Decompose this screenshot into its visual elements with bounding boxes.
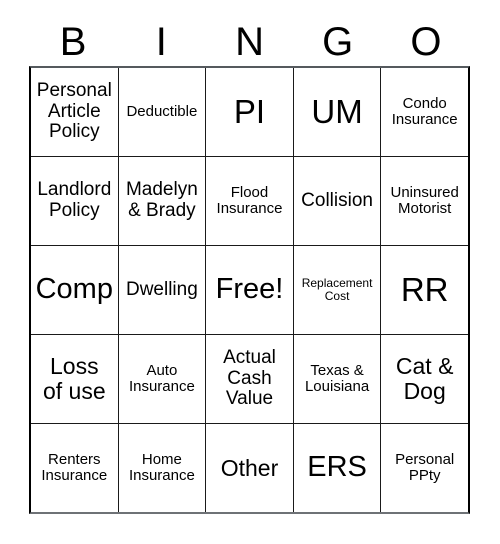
bingo-header-letter-b: B	[59, 20, 87, 64]
bingo-cell-label: Auto Insurance	[128, 361, 195, 395]
bingo-cell[interactable]: Landlord Policy	[31, 157, 119, 245]
bingo-cell[interactable]: Texas & Louisiana	[293, 335, 382, 423]
bingo-header-letter-i: I	[155, 20, 167, 64]
bingo-cell-label: Renters Insurance	[41, 450, 108, 484]
bingo-cell-label: Personal Article Policy	[36, 80, 112, 143]
bingo-row: Personal Article Policy Deductible PI UM Con…	[31, 68, 468, 157]
bingo-cell-label: Deductible	[126, 102, 198, 120]
bingo-cell[interactable]: Cat & Dog	[381, 335, 468, 423]
bingo-cell[interactable]: Loss of use	[31, 335, 119, 423]
bingo-cell[interactable]: Madelyn & Brady	[118, 157, 207, 245]
bingo-cell-label: Free!	[215, 273, 284, 306]
bingo-cell-label: Replacement Cost	[301, 276, 373, 303]
bingo-cell-label: Home Insurance	[128, 450, 195, 484]
bingo-cell[interactable]: RR	[381, 246, 468, 334]
bingo-cell-label: Personal PPty	[395, 450, 455, 484]
bingo-card: B I N G O Personal Article Policy Deducti…	[0, 0, 500, 544]
bingo-cell-label: Uninsured Motorist	[390, 183, 459, 217]
bingo-cell[interactable]: Actual Cash Value	[206, 335, 294, 423]
bingo-cell[interactable]: Condo Insurance	[381, 68, 468, 156]
bingo-cell[interactable]: UM	[293, 68, 382, 156]
bingo-header-letter-n: N	[235, 20, 264, 64]
bingo-free-cell[interactable]: Free!	[206, 246, 294, 334]
bingo-cell[interactable]: Home Insurance	[118, 424, 207, 512]
bingo-cell-label: Collision	[301, 189, 373, 211]
bingo-cell-label: Condo Insurance	[391, 94, 458, 128]
bingo-cell[interactable]: Dwelling	[118, 246, 207, 334]
bingo-cell[interactable]: Personal Article Policy	[31, 68, 119, 156]
bingo-cell-label: Other	[220, 454, 279, 481]
bingo-cell[interactable]: PI	[206, 68, 294, 156]
bingo-row: Landlord Policy Madelyn & Brady Flood Insu…	[31, 157, 468, 246]
bingo-cell[interactable]: Personal PPty	[381, 424, 468, 512]
bingo-cell[interactable]: Renters Insurance	[31, 424, 119, 512]
bingo-cell-label: Dwelling	[125, 278, 198, 300]
bingo-cell-label: Comp	[35, 273, 113, 306]
bingo-cell-label: Actual Cash Value	[223, 347, 276, 410]
bingo-cell[interactable]: Comp	[31, 246, 119, 334]
bingo-header-letter-o: O	[410, 20, 442, 64]
bingo-cell-label: ERS	[307, 451, 367, 484]
bingo-row: Comp Dwelling Free! Replacement Cost RR	[31, 246, 468, 335]
bingo-cell[interactable]: Auto Insurance	[118, 335, 207, 423]
bingo-header-row: B I N G O	[29, 18, 470, 66]
bingo-grid: Personal Article Policy Deductible PI UM Con…	[29, 66, 470, 514]
bingo-cell[interactable]: Flood Insurance	[206, 157, 294, 245]
bingo-cell-label: Madelyn & Brady	[125, 179, 198, 221]
bingo-cell-label: UM	[311, 93, 363, 131]
bingo-cell[interactable]: Deductible	[118, 68, 207, 156]
bingo-cell[interactable]: Uninsured Motorist	[381, 157, 468, 245]
bingo-cell[interactable]: Collision	[293, 157, 382, 245]
bingo-cell-label: Texas & Louisiana	[304, 361, 370, 395]
bingo-row: Renters Insurance Home Insurance Other ERS P…	[31, 424, 468, 512]
bingo-cell-label: Loss of use	[42, 353, 106, 404]
bingo-cell[interactable]: ERS	[293, 424, 382, 512]
bingo-cell-label: Flood Insurance	[216, 183, 283, 217]
bingo-cell-label: RR	[400, 271, 449, 309]
bingo-header-letter-g: G	[322, 20, 354, 64]
bingo-cell-label: Landlord Policy	[37, 179, 112, 221]
bingo-cell[interactable]: Other	[206, 424, 294, 512]
bingo-cell-label: PI	[233, 93, 266, 131]
bingo-cell-label: Cat & Dog	[395, 353, 454, 404]
bingo-cell[interactable]: Replacement Cost	[293, 246, 382, 334]
bingo-row: Loss of use Auto Insurance Actual Cash Val…	[31, 335, 468, 424]
